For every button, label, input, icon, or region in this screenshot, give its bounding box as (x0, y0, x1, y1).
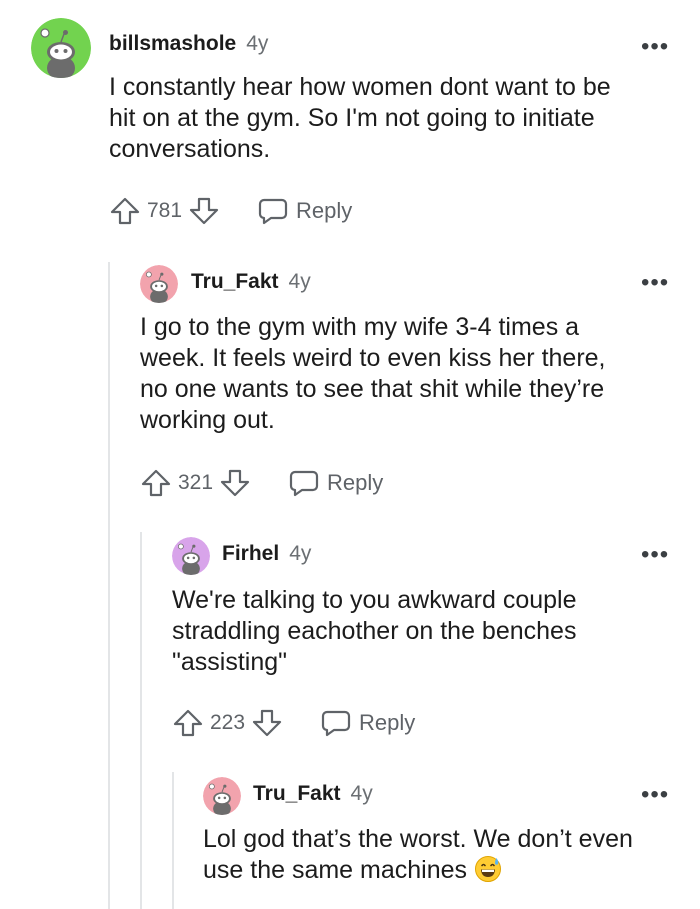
reply-label[interactable]: Reply (296, 198, 352, 224)
upvote-icon[interactable] (140, 467, 172, 499)
comment-body: I go to the gym with my wife 3-4 times a… (140, 312, 606, 436)
comment-body-line-with-emoji: use the same machines (203, 855, 633, 891)
comment-body-line: use the same machines (203, 856, 468, 884)
reply-button[interactable]: Reply (321, 709, 415, 737)
downvote-icon[interactable] (188, 195, 220, 227)
username[interactable]: Tru_Fakt (253, 782, 341, 806)
vote-count: 223 (210, 711, 246, 734)
reply-button[interactable]: Reply (289, 469, 383, 497)
comment-body-line: I constantly hear how women dont want to… (109, 73, 611, 101)
timestamp: 4y (289, 542, 312, 565)
more-options-icon[interactable]: ••• (641, 543, 669, 567)
upvote-icon[interactable] (172, 707, 204, 739)
comment-actions: 321 Reply (140, 467, 383, 499)
reply-label[interactable]: Reply (359, 710, 415, 736)
avatar[interactable] (31, 18, 91, 78)
timestamp: 4y (288, 270, 311, 293)
comment-body: We're talking to you awkward couple stra… (172, 585, 577, 678)
reply-icon (258, 198, 288, 225)
comment-body-line: week. It feels weird to even kiss her th… (140, 344, 606, 372)
downvote-icon[interactable] (219, 467, 251, 499)
avatar[interactable] (172, 537, 210, 575)
comment-actions: 223 Reply (172, 707, 415, 739)
username[interactable]: billsmashole (109, 32, 236, 56)
comment-body-line: "assisting" (172, 648, 288, 676)
reply-icon (321, 710, 351, 737)
comment-body-line: I go to the gym with my wife 3-4 times a (140, 313, 580, 341)
comment-body-line: straddling eachother on the benches (172, 617, 577, 645)
reply-label[interactable]: Reply (327, 470, 383, 496)
vote-count: 781 (147, 199, 183, 222)
reply-icon (289, 470, 319, 497)
avatar[interactable] (140, 265, 178, 303)
downvote-icon[interactable] (251, 707, 283, 739)
more-options-icon[interactable]: ••• (641, 35, 669, 59)
snoo-avatar-icon (140, 265, 178, 303)
more-options-icon[interactable]: ••• (641, 783, 669, 807)
snoo-avatar-icon (31, 18, 91, 78)
username[interactable]: Tru_Fakt (191, 270, 279, 294)
avatar[interactable] (203, 777, 241, 815)
comment-body: I constantly hear how women dont want to… (109, 72, 611, 165)
more-options-icon[interactable]: ••• (641, 271, 669, 295)
timestamp: 4y (350, 782, 373, 805)
timestamp: 4y (246, 32, 269, 55)
comment-body-line: conversations. (109, 135, 271, 163)
comment-body-line: no one wants to see that shit while they… (140, 375, 605, 403)
thread-line-level-3[interactable] (172, 772, 174, 909)
username[interactable]: Firhel (222, 542, 279, 566)
comment-body-line: Lol god that’s the worst. We don’t even (203, 825, 633, 853)
vote-count: 321 (178, 471, 214, 494)
comment-body-line: working out. (140, 406, 275, 434)
snoo-avatar-icon (203, 777, 241, 815)
thread-line-level-2[interactable] (140, 532, 142, 909)
grinning-sweat-emoji-icon (474, 855, 502, 891)
upvote-icon[interactable] (109, 195, 141, 227)
comment-body: Lol god that’s the worst. We don’t even … (203, 824, 633, 891)
comment-thread: billsmashole 4y ••• I constantly hear ho… (0, 0, 700, 909)
reply-button[interactable]: Reply (258, 197, 352, 225)
thread-line-level-1[interactable] (108, 262, 110, 909)
comment-body-line: We're talking to you awkward couple (172, 586, 577, 614)
comment-body-line: hit on at the gym. So I'm not going to i… (109, 104, 595, 132)
comment-actions: 781 Reply (109, 195, 352, 227)
snoo-avatar-icon (172, 537, 210, 575)
